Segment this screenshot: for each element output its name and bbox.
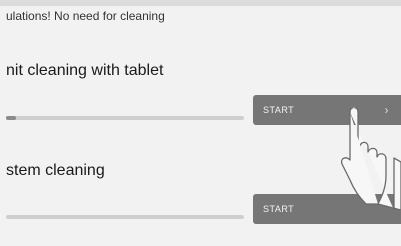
status-message: ulations! No need for cleaning: [6, 9, 165, 23]
system-cleaning-progress-bar: [6, 215, 244, 219]
top-bar: [0, 0, 401, 6]
start-button-label: START: [263, 105, 295, 115]
pointing-hand-icon: [340, 106, 401, 210]
unit-cleaning-title: nit cleaning with tablet: [6, 62, 164, 79]
system-cleaning-title: stem cleaning: [6, 162, 105, 179]
start-button-label: START: [263, 204, 295, 214]
unit-cleaning-progress-fill: [6, 116, 16, 120]
unit-cleaning-progress-bar: [6, 116, 244, 120]
